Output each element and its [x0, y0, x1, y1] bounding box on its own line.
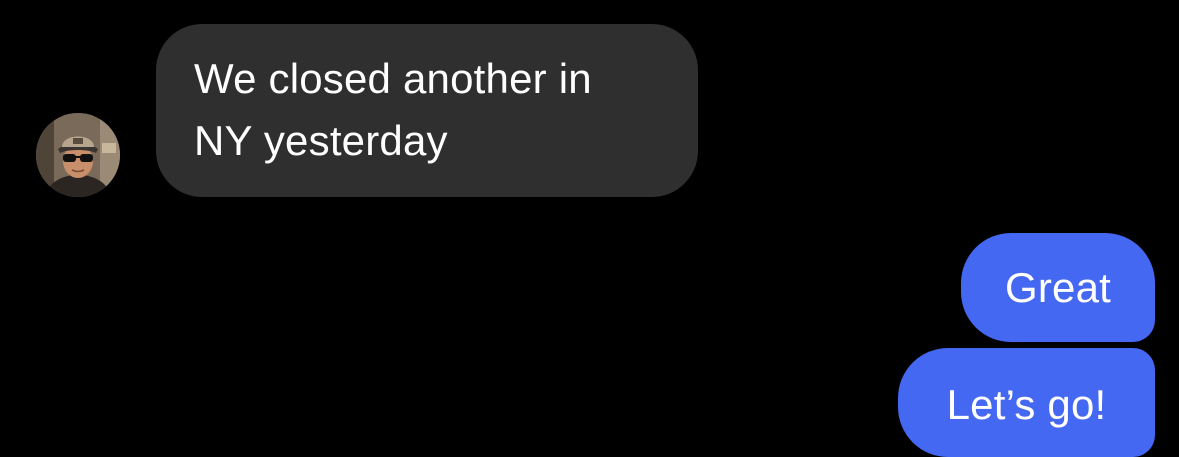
outgoing-message-bubble[interactable]: Let’s go!	[898, 348, 1155, 457]
message-text: Let’s go!	[946, 381, 1107, 428]
message-text: Great	[1004, 264, 1112, 311]
message-text-line: NY yesterday	[194, 117, 448, 164]
sender-avatar[interactable]	[36, 113, 120, 197]
message-text-line: We closed another in	[194, 55, 592, 102]
avatar-photo-icon	[36, 113, 120, 197]
outgoing-message-bubble[interactable]: Great	[961, 233, 1155, 342]
incoming-message-bubble[interactable]: We closed another in NY yesterday	[156, 24, 698, 197]
